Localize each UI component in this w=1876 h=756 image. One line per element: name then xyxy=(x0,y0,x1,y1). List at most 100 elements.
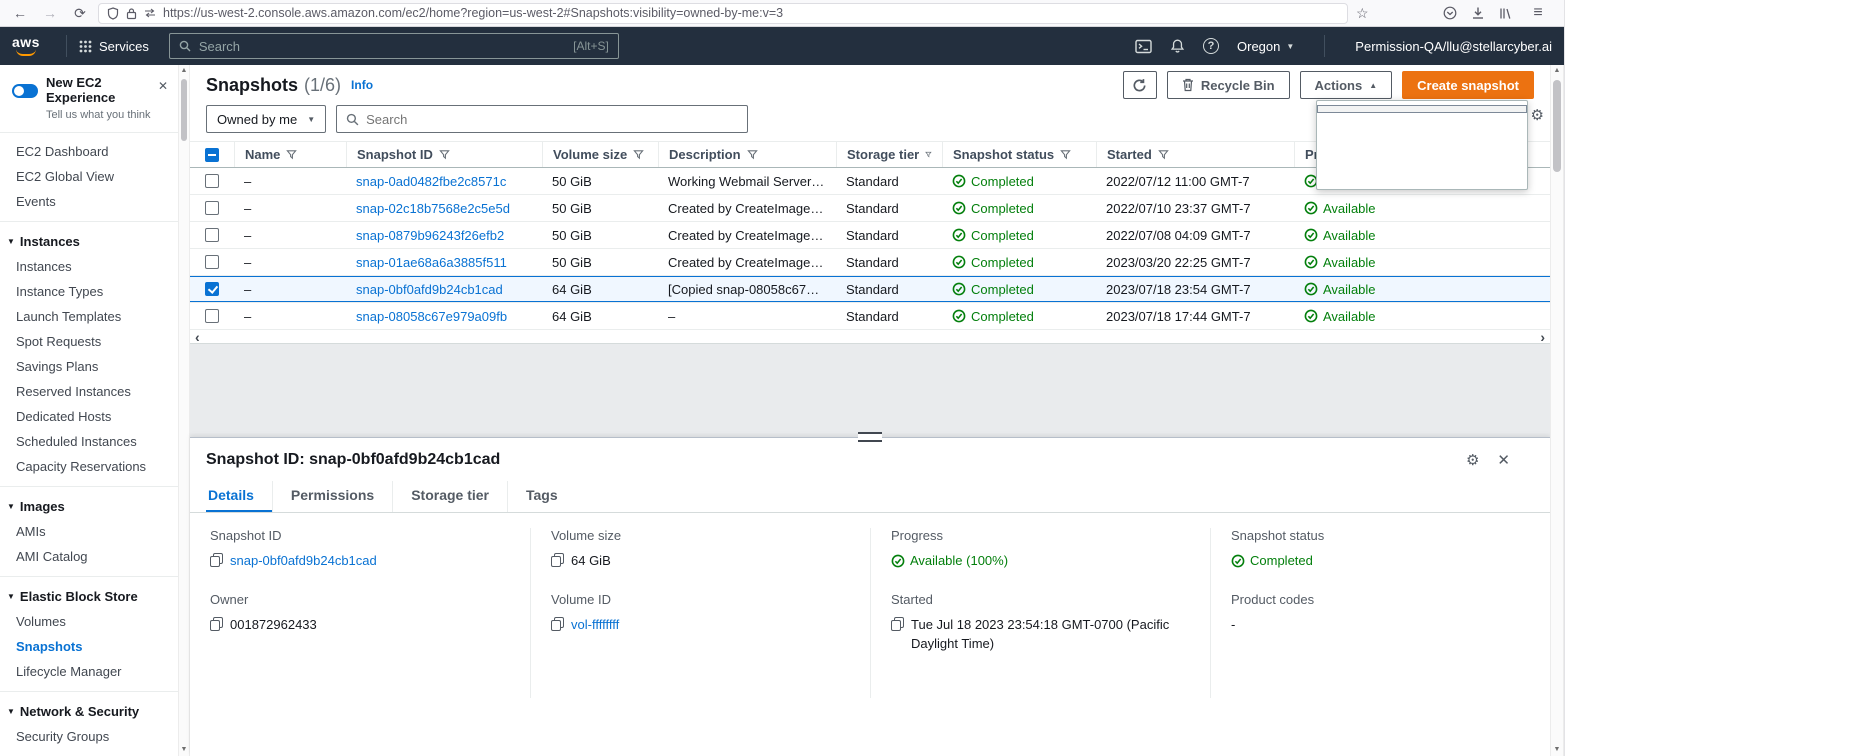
row-checkbox[interactable] xyxy=(205,255,219,269)
close-icon[interactable]: ✕ xyxy=(158,79,168,93)
actions-button[interactable]: Actions ▲ xyxy=(1300,71,1393,99)
snapshot-id-link[interactable]: snap-0879b96243f26efb2 xyxy=(356,228,504,243)
sidebar-item[interactable]: ▼ AMI Catalog xyxy=(0,544,178,569)
actions-menu-item[interactable] xyxy=(1317,169,1527,177)
row-checkbox[interactable] xyxy=(205,228,219,242)
scroll-up-icon[interactable]: ▲ xyxy=(179,65,189,77)
table-settings-gear-icon[interactable]: ⚙ xyxy=(1531,106,1544,124)
copy-icon[interactable] xyxy=(551,553,564,567)
column-header-started[interactable]: Started xyxy=(1096,142,1294,167)
menu-icon[interactable]: ≡ xyxy=(1526,2,1550,24)
filter-icon[interactable] xyxy=(1060,149,1071,160)
address-bar[interactable]: https://us-west-2.console.aws.amazon.com… xyxy=(98,3,1348,24)
column-header-snapshot-id[interactable]: Snapshot ID xyxy=(346,142,542,167)
panel-close-icon[interactable]: ✕ xyxy=(1497,451,1510,469)
filter-icon[interactable] xyxy=(633,149,644,160)
aws-logo[interactable]: aws xyxy=(12,36,40,56)
scroll-down-icon[interactable]: ▼ xyxy=(179,744,189,756)
browser-back-button[interactable]: ← xyxy=(8,2,32,24)
snapshot-id-value-link[interactable]: snap-0bf0afd9b24cb1cad xyxy=(230,551,377,571)
sidebar-scrollbar[interactable]: ▲ ▼ xyxy=(178,65,190,756)
browser-forward-button[interactable]: → xyxy=(38,2,62,24)
ownership-filter-dropdown[interactable]: Owned by me ▼ xyxy=(206,105,326,133)
shield-icon[interactable] xyxy=(107,7,119,20)
sidebar-item[interactable]: ▼ Elastic IPs xyxy=(0,749,178,756)
copy-icon[interactable] xyxy=(210,553,223,567)
lock-icon[interactable] xyxy=(126,7,137,20)
banner-subtitle-link[interactable]: Tell us what you think xyxy=(46,109,168,121)
volume-id-value-link[interactable]: vol-ffffffff xyxy=(571,615,619,635)
console-search-input[interactable]: Search [Alt+S] xyxy=(169,33,619,59)
snapshot-id-link[interactable]: snap-0bf0afd9b24cb1cad xyxy=(356,282,503,297)
tab-permissions[interactable]: Permissions xyxy=(272,481,392,512)
recycle-bin-button[interactable]: Recycle Bin xyxy=(1167,71,1290,99)
download-icon[interactable] xyxy=(1471,6,1485,20)
snapshot-id-link[interactable]: snap-01ae68a6a3885f511 xyxy=(356,255,507,270)
table-row[interactable]: – snap-0879b96243f26efb2 50 GiB Created … xyxy=(190,222,1550,249)
sidebar-item[interactable]: ▼ AMIs xyxy=(0,519,178,544)
copy-icon[interactable] xyxy=(551,617,564,631)
scrollbar-thumb[interactable] xyxy=(1553,80,1561,172)
services-menu-button[interactable]: Services xyxy=(79,39,149,54)
sidebar-item[interactable]: ▼ Capacity Reservations xyxy=(0,454,178,479)
sidebar-item[interactable]: ▼ Snapshots xyxy=(0,634,178,659)
sidebar-item[interactable]: ▼ Dedicated Hosts xyxy=(0,404,178,429)
filter-icon[interactable] xyxy=(1158,149,1169,160)
sidebar-item[interactable]: ▼ Reserved Instances xyxy=(0,379,178,404)
row-checkbox[interactable] xyxy=(205,201,219,215)
copy-icon[interactable] xyxy=(210,617,223,631)
scroll-up-icon[interactable]: ▲ xyxy=(1551,65,1563,77)
column-header-name[interactable]: Name xyxy=(234,142,346,167)
column-header-snapshot-status[interactable]: Snapshot status xyxy=(942,142,1096,167)
actions-menu-item[interactable] xyxy=(1317,137,1527,145)
table-row[interactable]: – snap-01ae68a6a3885f511 50 GiB Created … xyxy=(190,249,1550,276)
table-row[interactable]: – snap-02c18b7568e2c5e5d 50 GiB Created … xyxy=(190,195,1550,222)
vertical-scrollbar[interactable]: ▲ ▼ xyxy=(1550,65,1564,756)
sidebar-item[interactable]: ▼ Images xyxy=(0,494,178,519)
info-link[interactable]: Info xyxy=(351,78,373,92)
filter-icon[interactable] xyxy=(925,149,932,160)
filter-icon[interactable] xyxy=(439,149,450,160)
column-header-volume-size[interactable]: Volume size xyxy=(542,142,658,167)
filter-icon[interactable] xyxy=(286,149,297,160)
sidebar-item[interactable]: ▼ Volumes xyxy=(0,609,178,634)
actions-menu-item[interactable] xyxy=(1317,121,1527,129)
table-row[interactable]: – snap-0bf0afd9b24cb1cad 64 GiB [Copied … xyxy=(190,276,1550,303)
scroll-left-icon[interactable]: ‹ xyxy=(195,331,200,343)
sidebar-item[interactable]: ▼ Events xyxy=(0,189,178,214)
tab-tags[interactable]: Tags xyxy=(507,481,576,512)
tab-storage-tier[interactable]: Storage tier xyxy=(392,481,507,512)
actions-menu-item[interactable] xyxy=(1317,145,1527,153)
search-input[interactable] xyxy=(366,112,738,127)
actions-menu-item[interactable] xyxy=(1317,113,1527,121)
panel-resize-handle[interactable] xyxy=(858,432,882,442)
library-icon[interactable] xyxy=(1499,7,1512,20)
horizontal-scrollbar[interactable]: ‹ › xyxy=(190,330,1550,344)
sidebar-item[interactable]: ▼ Spot Requests xyxy=(0,329,178,354)
sidebar-item[interactable]: ▼ Instances xyxy=(0,229,178,254)
sidebar-item[interactable]: ▼ Savings Plans xyxy=(0,354,178,379)
sidebar-item[interactable]: ▼ Network & Security xyxy=(0,699,178,724)
sidebar-item[interactable]: ▼ Launch Templates xyxy=(0,304,178,329)
help-icon[interactable]: ? xyxy=(1203,38,1219,54)
permissions-icon[interactable] xyxy=(144,8,156,18)
new-experience-toggle[interactable] xyxy=(12,84,38,98)
snapshot-id-link[interactable]: snap-02c18b7568e2c5e5d xyxy=(356,201,510,216)
cloudshell-icon[interactable] xyxy=(1135,39,1152,54)
sidebar-item[interactable]: ▼ Lifecycle Manager xyxy=(0,659,178,684)
browser-reload-button[interactable]: ⟳ xyxy=(68,2,92,24)
sidebar-item[interactable]: ▼ Instance Types xyxy=(0,279,178,304)
scroll-down-icon[interactable]: ▼ xyxy=(1551,744,1563,756)
snapshot-id-link[interactable]: snap-0ad0482fbe2c8571c xyxy=(356,174,506,189)
sidebar-item[interactable]: ▼ Scheduled Instances xyxy=(0,429,178,454)
bookmark-star-icon[interactable]: ☆ xyxy=(1356,5,1369,22)
row-checkbox[interactable] xyxy=(205,174,219,188)
table-row[interactable]: – snap-08058c67e979a09fb 64 GiB – Standa… xyxy=(190,303,1550,330)
row-checkbox[interactable] xyxy=(205,282,219,296)
sidebar-item[interactable]: ▼ Instances xyxy=(0,254,178,279)
scrollbar-thumb[interactable] xyxy=(181,79,187,141)
row-checkbox[interactable] xyxy=(205,309,219,323)
select-all-checkbox[interactable] xyxy=(205,148,219,162)
create-snapshot-button[interactable]: Create snapshot xyxy=(1402,71,1534,99)
refresh-button[interactable] xyxy=(1123,71,1157,99)
